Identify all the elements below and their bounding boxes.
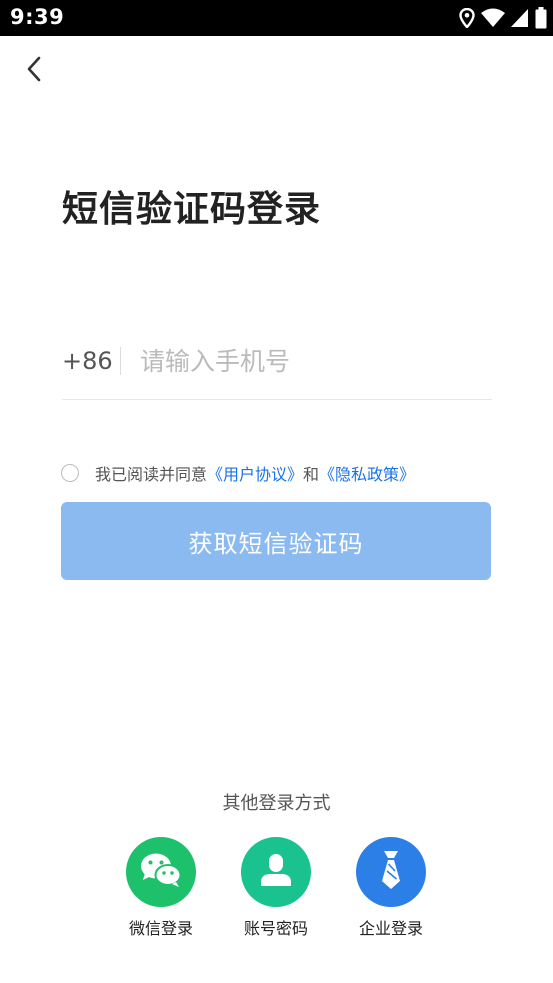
page-title: 短信验证码登录 <box>62 189 322 230</box>
back-button[interactable] <box>16 53 52 89</box>
battery-icon <box>535 7 547 29</box>
user-agreement-link[interactable]: 《用户协议》 <box>207 461 303 485</box>
agreement-prefix: 我已阅读并同意 <box>95 465 208 484</box>
agreement-checkbox[interactable] <box>61 464 79 482</box>
wechat-login-button[interactable]: 微信登录 <box>106 837 216 939</box>
other-login-title: 其他登录方式 <box>222 793 331 814</box>
phone-input-row: +86 <box>62 335 492 400</box>
account-login-label: 账号密码 <box>243 919 308 938</box>
status-icons <box>459 7 547 29</box>
signal-icon <box>511 8 529 28</box>
status-bar: 9:39 <box>0 0 553 36</box>
phone-number-input[interactable] <box>140 341 480 381</box>
enterprise-login-button[interactable]: 企业登录 <box>336 837 446 939</box>
wechat-icon <box>139 851 183 893</box>
user-icon <box>259 852 293 892</box>
privacy-policy-link[interactable]: 《隐私政策》 <box>319 461 415 485</box>
get-sms-code-button[interactable]: 获取短信验证码 <box>61 502 491 580</box>
necktie-icon <box>379 850 403 894</box>
status-time: 9:39 <box>10 5 65 29</box>
account-login-circle <box>241 837 311 907</box>
chevron-left-icon <box>26 56 42 86</box>
agreement-row: 我已阅读并同意 《用户协议》 和 《隐私政策》 <box>61 462 415 484</box>
wifi-icon <box>481 8 505 28</box>
agreement-conjunction: 和 <box>303 465 320 484</box>
account-password-login-button[interactable]: 账号密码 <box>221 837 331 939</box>
country-code-selector[interactable]: +86 <box>62 347 113 375</box>
wechat-login-label: 微信登录 <box>128 919 193 938</box>
divider <box>120 347 121 375</box>
enterprise-login-label: 企业登录 <box>358 919 423 938</box>
wechat-login-circle <box>126 837 196 907</box>
location-icon <box>459 8 475 28</box>
enterprise-login-circle <box>356 837 426 907</box>
